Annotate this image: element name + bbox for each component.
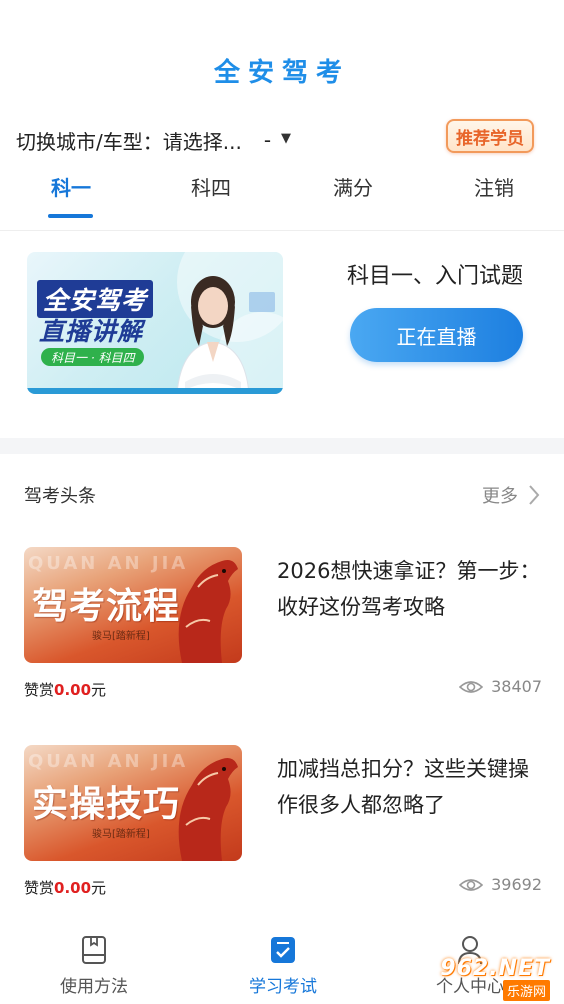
thumbnail-title: 实操技巧 <box>32 784 181 825</box>
thumbnail-subtitle: 骏马[踏新程] <box>92 631 150 642</box>
horse-illustration <box>178 758 238 861</box>
banner-title-line2: 直播讲解 <box>39 317 144 346</box>
eye-icon <box>459 878 484 891</box>
banner-bottom-bar <box>27 388 283 394</box>
view-count: 39692 <box>459 875 542 894</box>
watermark-text: 962.NET <box>440 956 550 981</box>
nav-study-label: 学习考试 <box>249 977 317 997</box>
checklist-icon <box>267 934 299 966</box>
view-count-value: 38407 <box>491 677 542 696</box>
city-selector-label: 切换城市/车型： <box>16 129 163 154</box>
news-header: 驾考头条 更多 <box>24 482 540 508</box>
eye-icon <box>459 680 484 693</box>
chevron-right-icon <box>529 485 540 505</box>
live-now-button[interactable]: 正在直播 <box>350 308 523 362</box>
city-selector-value[interactable]: 请选择... <box>163 126 242 155</box>
reward-amount: 0.00 <box>54 879 92 897</box>
nav-usage-label: 使用方法 <box>60 977 128 997</box>
news-section-title: 驾考头条 <box>24 486 96 507</box>
live-banner[interactable]: 全安驾考 直播讲解 科目一 · 科目四 <box>27 252 283 394</box>
site-watermark-logo: 962.NET 乐游网 <box>420 950 556 1001</box>
nav-study[interactable]: 学习考试 <box>223 934 343 997</box>
news-thumbnail: QUAN AN JIA 实操技巧 骏马[踏新程] <box>24 745 242 861</box>
city-selector-dash: - <box>263 128 272 152</box>
city-selector[interactable]: 切换城市/车型： 请选择... - ▼ 推荐学员 <box>16 119 548 156</box>
news-thumbnail: QUAN AN JIA 驾考流程 骏马[踏新程] <box>24 547 242 663</box>
caret-down-icon[interactable]: ▼ <box>281 131 291 146</box>
book-icon <box>78 934 110 966</box>
tab-cancel[interactable]: 注销 <box>454 172 534 201</box>
tab-subject-four[interactable]: 科四 <box>171 172 251 201</box>
reward-unit: 元 <box>91 681 107 699</box>
more-link[interactable]: 更多 <box>482 482 540 508</box>
nav-usage[interactable]: 使用方法 <box>34 934 154 997</box>
thumbnail-subtitle: 骏马[踏新程] <box>92 829 150 840</box>
reward-label: 赞赏 <box>24 681 55 699</box>
reward: 赞赏0.00元 <box>24 877 106 898</box>
section-separator <box>0 438 564 454</box>
reward-unit: 元 <box>91 879 107 897</box>
view-count-value: 39692 <box>491 875 542 894</box>
watermark-subtext: 乐游网 <box>502 980 550 1001</box>
news-title[interactable]: 2026想快速拿证？第一步：收好这份驾考攻略 <box>277 553 547 625</box>
thumbnail-title: 驾考流程 <box>32 586 181 627</box>
reward-amount: 0.00 <box>54 681 92 699</box>
bottom-nav: 使用方法 学习考试 个人中心 962.NET 乐游网 <box>0 920 564 1004</box>
news-item[interactable]: QUAN AN JIA 驾考流程 骏马[踏新程] 2026想快速拿证？第一步：收… <box>24 547 542 707</box>
news-item[interactable]: QUAN AN JIA 实操技巧 骏马[踏新程] 加减挡总扣分？这些关键操作很多… <box>24 745 542 905</box>
banner-tag: 科目一 · 科目四 <box>41 348 145 366</box>
horse-illustration <box>178 560 238 663</box>
tab-divider <box>0 230 564 231</box>
lesson-title: 科目一、入门试题 <box>346 264 523 289</box>
presenter-image <box>176 276 250 394</box>
tab-subject-one[interactable]: 科一 <box>31 172 111 201</box>
view-count: 38407 <box>459 677 542 696</box>
reward-label: 赞赏 <box>24 879 55 897</box>
active-tab-indicator <box>48 214 93 218</box>
tab-full-score[interactable]: 满分 <box>313 172 393 201</box>
reward: 赞赏0.00元 <box>24 679 106 700</box>
more-label: 更多 <box>482 486 518 507</box>
app-title: 全安驾考 <box>213 58 350 88</box>
recommend-student-button[interactable]: 推荐学员 <box>446 119 534 153</box>
recommend-student-label: 推荐学员 <box>456 128 524 149</box>
subject-tabs: 科一 科四 满分 注销 <box>0 172 564 222</box>
news-title[interactable]: 加减挡总扣分？这些关键操作很多人都忽略了 <box>277 751 547 823</box>
